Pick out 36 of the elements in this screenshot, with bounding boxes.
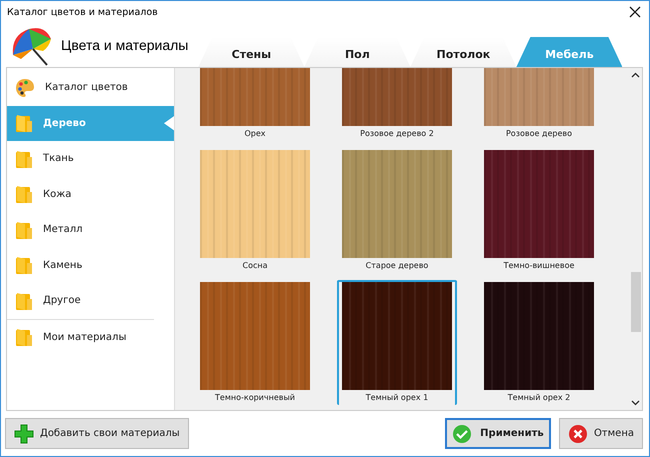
scroll-down-icon[interactable] [631,400,640,406]
material-tile[interactable]: Темный орех 2 [479,280,599,405]
add-materials-button[interactable]: Добавить свои материалы [5,418,189,449]
palette-icon [15,78,35,98]
material-tile[interactable]: Старое дерево [337,148,457,273]
sidebar-item[interactable]: Другое [7,283,174,318]
scroll-up-icon[interactable] [631,72,640,78]
sidebar-item[interactable]: Кожа [7,176,174,212]
window-title: Каталог цветов и материалов [7,6,158,18]
folder-icon [15,184,33,204]
plus-icon [14,424,34,444]
sidebar-item[interactable]: Ткань [7,141,174,176]
material-tile[interactable]: Орех [195,68,315,141]
sidebar-item[interactable]: Мои материалы [7,320,174,355]
material-tile[interactable]: Темно-коричневый [195,280,315,405]
cancel-button[interactable]: Отмена [558,418,643,449]
folder-icon [15,290,33,311]
app-title: Цвета и материалы [61,37,188,53]
material-tile[interactable]: Розовое дерево [479,68,599,141]
close-icon[interactable] [629,6,641,18]
sidebar-item[interactable]: Камень [7,248,174,283]
apply-button[interactable]: Применить [444,418,551,449]
checkmark-icon [452,424,472,444]
material-tile[interactable]: Розовое дерево 2 [337,68,457,141]
folder-icon [15,148,33,169]
material-tile[interactable]: Сосна [195,148,315,273]
sidebar-item[interactable]: Каталог цветов [7,70,174,106]
folder-icon [15,327,33,348]
folder-icon [15,220,33,240]
scrollbar-thumb[interactable] [630,272,640,332]
material-tile[interactable]: Темный орех 1 [337,280,457,405]
sidebar-item[interactable]: Металл [7,212,174,248]
material-tile[interactable]: Темно-вишневое [479,148,599,273]
folder-icon [15,113,33,134]
folder-icon [15,255,33,276]
cancel-icon [568,424,588,444]
